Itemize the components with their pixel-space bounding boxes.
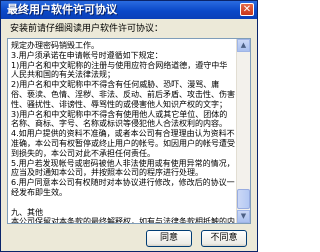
license-dialog: 最终用户软件许可协议 ✕ 安装前请仔细阅读用户软件许可协议： 规定办理密码销毁工… (0, 0, 258, 252)
window-title: 最终用户软件许可协议 (7, 3, 117, 16)
title-bar[interactable]: 最终用户软件许可协议 ✕ (1, 1, 257, 19)
close-button[interactable]: ✕ (240, 3, 254, 16)
scroll-down-button[interactable]: ▼ (237, 210, 250, 223)
instruction-label: 安装前请仔细阅读用户软件许可协议： (10, 24, 164, 34)
scroll-thumb[interactable] (237, 189, 250, 209)
license-text: 规定办理密码销毁工作。 3.用户须承诺在申请帐号时遵循如下规定： 1)用户名和中… (11, 41, 235, 224)
scroll-up-button[interactable]: ▲ (237, 39, 250, 52)
arrow-down-icon: ▼ (240, 212, 247, 220)
disagree-button[interactable]: 不同意 (201, 230, 247, 247)
agree-button[interactable]: 同意 (146, 230, 192, 247)
arrow-up-icon: ▲ (240, 41, 247, 49)
close-icon: ✕ (242, 4, 252, 15)
license-textarea[interactable]: 规定办理密码销毁工作。 3.用户须承诺在申请帐号时遵循如下规定： 1)用户名和中… (7, 38, 251, 224)
vertical-scrollbar[interactable]: ▲ ▼ (236, 39, 250, 223)
